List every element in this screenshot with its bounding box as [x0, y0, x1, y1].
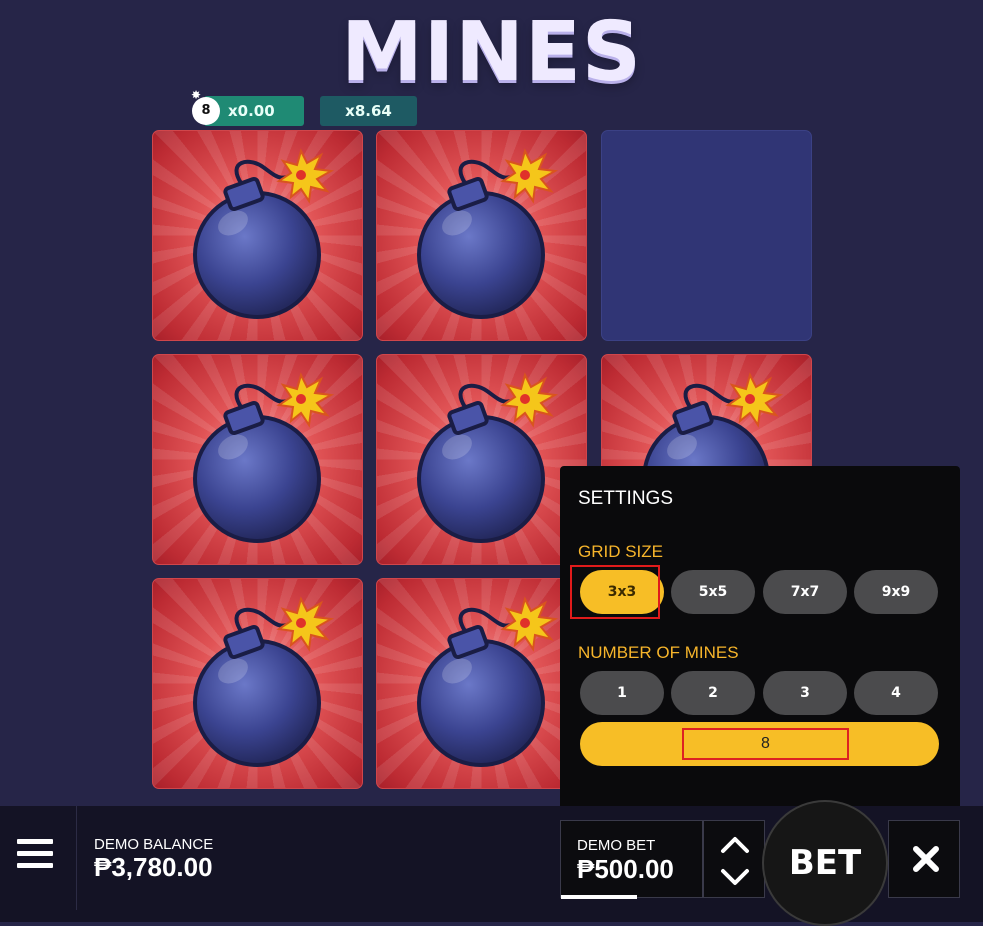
mines-option-4-button[interactable]: 4: [854, 671, 938, 715]
bet-progress: [561, 895, 637, 899]
mines-count-value: 8: [201, 103, 211, 118]
mines-selected-bar[interactable]: 8: [580, 722, 939, 766]
menu-button[interactable]: [0, 806, 77, 910]
bet-value: ₱500.00: [577, 854, 674, 884]
grid-size-5x5-button[interactable]: 5x5: [671, 570, 755, 614]
mines-option-1-button[interactable]: 1: [580, 671, 664, 715]
bet-label: DEMO BET: [577, 837, 656, 854]
grid-tile[interactable]: [152, 578, 363, 789]
mines-count-badge: ✸ 8: [191, 88, 220, 125]
grid-size-7x7-button[interactable]: 7x7: [763, 570, 847, 614]
close-icon: [913, 846, 939, 872]
grid-tile[interactable]: [376, 130, 587, 341]
bomb-icon: [193, 148, 335, 319]
menu-icon: [17, 839, 53, 844]
bet-stepper-arrows-icon: [721, 837, 749, 885]
game-title: MINES: [341, 5, 642, 100]
mines-option-3-button[interactable]: 3: [763, 671, 847, 715]
grid-size-9x9-button[interactable]: 9x9: [854, 570, 938, 614]
grid-size-label: GRID SIZE: [578, 542, 664, 561]
bet-amount-box: DEMO BET ₱500.00: [560, 820, 703, 899]
mines-option-2-button[interactable]: 2: [671, 671, 755, 715]
bomb-icon: [193, 372, 335, 543]
grid-tile[interactable]: [152, 130, 363, 341]
bomb-icon: [417, 372, 559, 543]
balance-label: DEMO BALANCE: [94, 836, 214, 853]
bomb-icon: [417, 596, 559, 767]
menu-icon: [17, 863, 53, 868]
mines-label: NUMBER OF MINES: [578, 643, 739, 662]
close-button[interactable]: [888, 820, 960, 898]
settings-panel: SETTINGS GRID SIZE 3x3 5x5 7x7 9x9 NUMBE…: [560, 466, 960, 816]
spark-icon: ✸: [191, 88, 202, 102]
next-multiplier: x8.64: [320, 96, 417, 126]
bet-stepper[interactable]: [703, 820, 765, 898]
grid-tile[interactable]: [601, 130, 812, 341]
menu-icon: [17, 851, 53, 856]
grid-tile[interactable]: [376, 578, 587, 789]
bomb-icon: [193, 596, 335, 767]
mines-value-field[interactable]: 8: [682, 728, 849, 760]
bomb-icon: [417, 148, 559, 319]
settings-title: SETTINGS: [578, 488, 674, 509]
bet-button[interactable]: BET: [762, 800, 888, 926]
grid-tile[interactable]: [376, 354, 587, 565]
selection-highlight: [570, 565, 660, 619]
balance-value: ₱3,780.00: [94, 852, 213, 882]
footer-bar: DEMO BALANCE ₱3,780.00 DEMO BET ₱500.00 …: [0, 800, 983, 926]
grid-tile[interactable]: [152, 354, 363, 565]
